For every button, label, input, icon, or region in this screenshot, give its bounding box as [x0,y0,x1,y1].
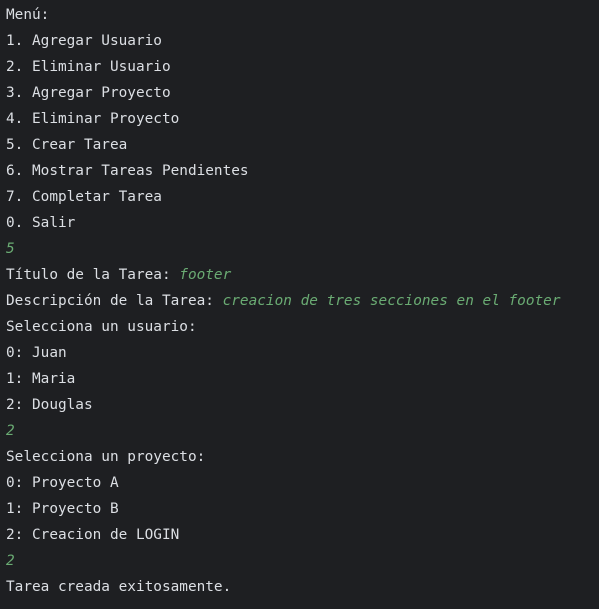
task-title-prompt: Título de la Tarea: [6,267,180,283]
task-description-prompt: Descripción de la Tarea: [6,293,223,309]
menu-option: 5. Crear Tarea [6,137,128,153]
task-description-line: Descripción de la Tarea: creacion de tre… [6,288,599,314]
console-output[interactable]: Menú: 1. Agregar Usuario 2. Eliminar Usu… [0,0,599,609]
select-user-prompt: Selecciona un usuario: [6,319,197,335]
menu-option: 6. Mostrar Tareas Pendientes [6,163,249,179]
project-option: 0: Proyecto A [6,475,119,491]
user-choice-input: 2 [6,423,15,439]
task-title-input: footer [179,267,232,283]
menu-option: 1. Agregar Usuario [6,33,162,49]
user-option: 0: Juan [6,345,67,361]
project-choice-input: 2 [6,553,15,569]
result-message: Tarea creada exitosamente. [6,579,232,595]
menu-option: 7. Completar Tarea [6,189,162,205]
menu-option: 4. Eliminar Proyecto [6,111,180,127]
user-option: 2: Douglas [6,397,93,413]
menu-option: 3. Agregar Proyecto [6,85,171,101]
menu-title: Menú: [6,7,50,23]
select-project-prompt: Selecciona un proyecto: [6,449,206,465]
task-title-line: Título de la Tarea: footer [6,262,599,288]
task-description-input: creacion de tres secciones en el footer [222,293,561,309]
project-option: 2: Creacion de LOGIN [6,527,180,543]
menu-choice-input: 5 [6,241,15,257]
user-option: 1: Maria [6,371,76,387]
menu-option: 2. Eliminar Usuario [6,59,171,75]
project-option: 1: Proyecto B [6,501,119,517]
menu-option: 0. Salir [6,215,76,231]
